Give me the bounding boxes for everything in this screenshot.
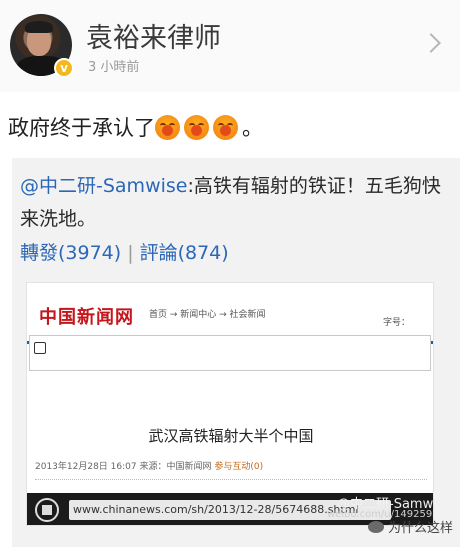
post-body: 政府终于承认了 <box>8 116 155 140</box>
news-meta: 2013年12月28日 16:07 来源：中国新闻网 参与互动(0) <box>35 459 263 472</box>
post-end-punct: 。 <box>242 116 263 140</box>
verified-badge-icon: v <box>54 58 74 78</box>
news-source: 来源：中国新闻网 <box>139 462 212 472</box>
news-date: 2013年12月28日 16:07 <box>35 462 137 472</box>
wechat-icon <box>368 521 384 533</box>
repost-stats: 轉發(3974) | 評論(874) <box>20 238 229 265</box>
news-headline: 武汉高铁辐射大半个中国 <box>148 427 314 445</box>
post-text: 政府终于承认了 。 <box>8 112 263 142</box>
news-screenshot-image[interactable]: 中国新闻网 首页 → 新闻中心 → 社会新闻 字号： 武汉高铁辐射大半个中国 2… <box>26 282 434 526</box>
wechat-label: 为什么这样 <box>388 521 454 536</box>
repost-text: @中二研-Samwise:高铁有辐射的铁证！五毛狗快来洗地。 <box>20 170 450 236</box>
author-name[interactable]: 袁裕来律师 <box>86 16 221 55</box>
news-logo: 中国新闻网 <box>39 307 134 328</box>
repost-user-link[interactable]: @中二研-Samwise <box>20 175 187 197</box>
laughing-tears-icon <box>213 115 238 140</box>
laughing-tears-icon <box>184 115 209 140</box>
news-divider <box>35 479 427 480</box>
comments-link[interactable]: 評論(874) <box>140 242 229 264</box>
reposts-link[interactable]: 轉發(3974) <box>20 242 121 264</box>
post-header: v 袁裕来律师 3 小時前 <box>0 0 460 92</box>
chevron-right-icon[interactable] <box>421 33 441 53</box>
laughing-tears-icon <box>155 115 180 140</box>
post-timestamp: 3 小時前 <box>88 60 140 75</box>
news-breadcrumb: 首页 → 新闻中心 → 社会新闻 <box>149 310 266 320</box>
news-feedback: 参与互动(0) <box>214 462 264 472</box>
repost-card[interactable]: @中二研-Samwise:高铁有辐射的铁证！五毛狗快来洗地。 轉發(3974) |… <box>12 158 460 547</box>
avatar-hair <box>25 21 53 33</box>
windows-start-icon <box>35 498 59 522</box>
document-icon <box>34 342 46 354</box>
news-field-label: 字号： <box>383 318 411 328</box>
wechat-watermark: 为什么这样 <box>368 517 453 536</box>
news-toolbar-box <box>29 335 431 371</box>
stats-separator: | <box>127 242 134 264</box>
